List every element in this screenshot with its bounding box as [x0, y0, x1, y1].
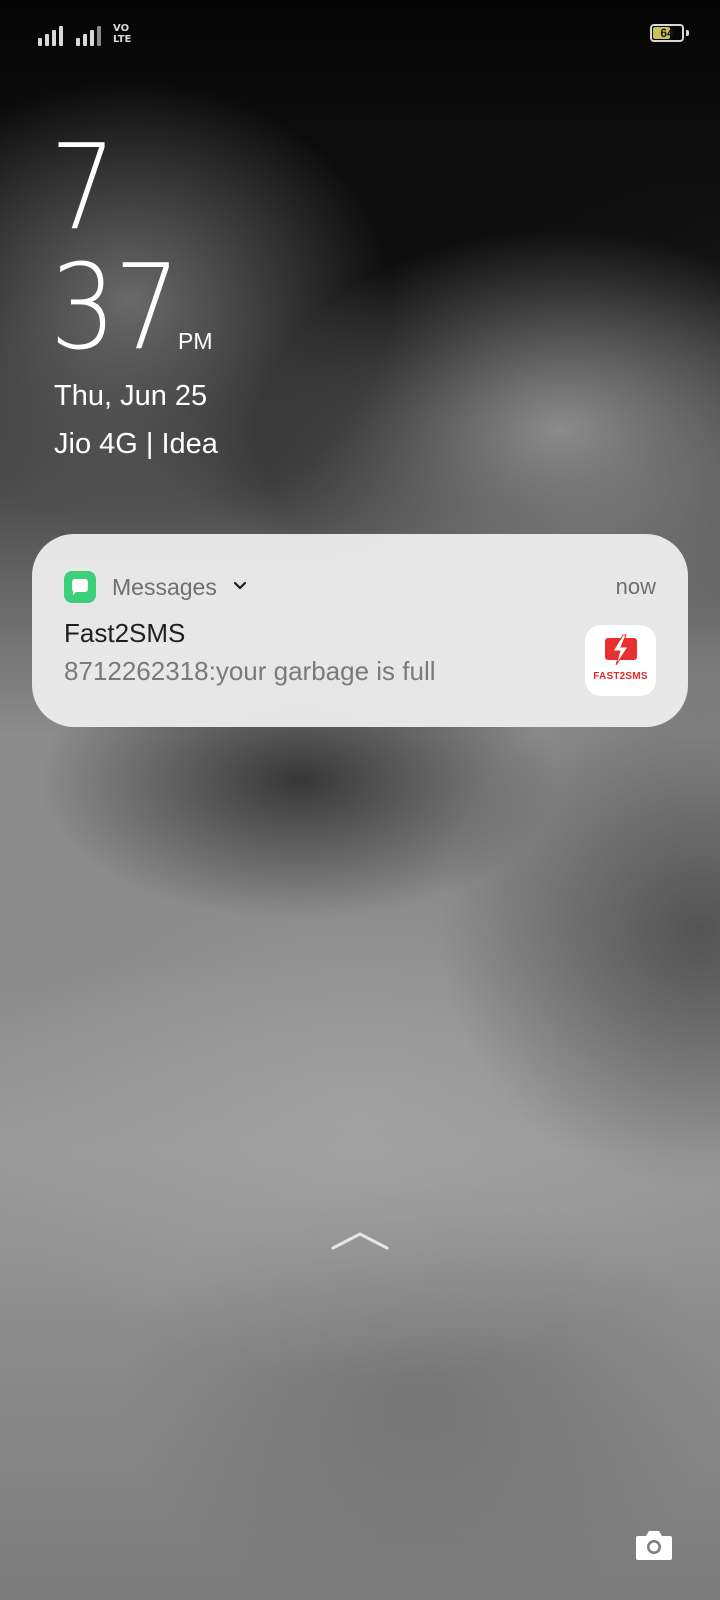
notification-time: now — [615, 574, 656, 599]
notification-card[interactable]: Messages now Fast2SMS 8712262318:your ga… — [32, 534, 688, 727]
clock-minute: 37 — [50, 238, 180, 376]
chevron-down-icon[interactable] — [232, 578, 248, 594]
lock-screen: VO LTE 64 7 37 PM Thu, Jun 25 Jio 4G | I… — [0, 0, 720, 1600]
sender-logo: FAST2SMS — [585, 625, 656, 696]
volte-icon: VO LTE — [113, 23, 143, 45]
notification-body: 8712262318:your garbage is full — [64, 656, 436, 686]
messages-app-icon — [64, 571, 96, 603]
camera-icon[interactable] — [634, 1528, 674, 1562]
signal-strength-icon — [38, 24, 63, 46]
chevron-up-icon[interactable] — [330, 1228, 390, 1252]
date-label: Thu, Jun 25 — [54, 380, 208, 412]
notification-title: Fast2SMS — [64, 618, 186, 648]
battery-tip — [686, 30, 689, 36]
clock-hour: 7 — [50, 118, 116, 256]
lightning-icon — [605, 634, 637, 666]
volte-label-line1: VO — [113, 23, 130, 34]
notification-app-name: Messages — [112, 574, 217, 600]
status-bar: VO LTE 64 — [0, 0, 720, 70]
sender-logo-text: FAST2SMS — [593, 671, 648, 682]
signal-strength-icon — [76, 24, 101, 46]
carrier-label: Jio 4G | Idea — [54, 428, 218, 460]
clock-ampm: PM — [178, 328, 213, 354]
volte-label-line2: LTE — [113, 34, 132, 45]
battery-level: 64 — [660, 26, 674, 40]
battery-icon: 64 — [650, 24, 684, 42]
